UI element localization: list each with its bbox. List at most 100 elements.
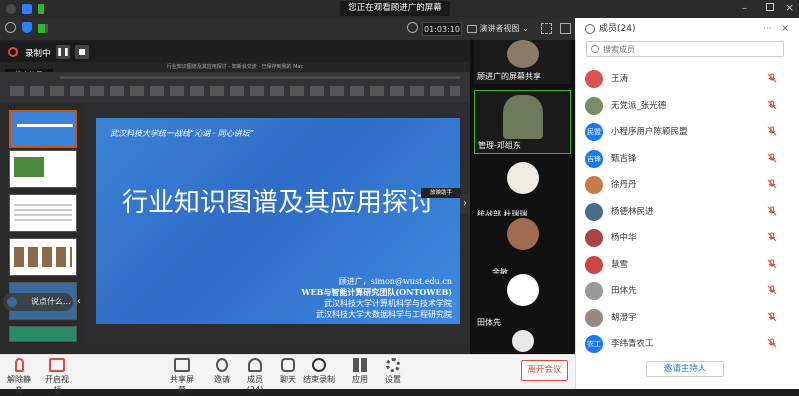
slide-thumbnail[interactable] xyxy=(9,110,77,148)
stop-button[interactable] xyxy=(75,45,89,59)
member-row[interactable]: 农工 李纬青农工 xyxy=(585,333,795,355)
microphone-muted-icon xyxy=(767,73,777,83)
video-tile[interactable]: 余敏 xyxy=(474,216,571,280)
close-icon[interactable]: × xyxy=(785,1,794,14)
presentation-slide: 武汉科技大学统一战线“沁湖 · 同心讲坛” 行业知识图谱及其应用探讨 顾进广，s… xyxy=(96,118,460,324)
share-screen-label: 共享屏幕 xyxy=(170,375,194,395)
member-name: 杨中华 xyxy=(611,233,637,243)
member-search[interactable] xyxy=(586,41,784,57)
fullscreen-icon[interactable] xyxy=(541,23,552,34)
microphone-muted-icon xyxy=(767,206,777,215)
search-icon xyxy=(591,45,599,53)
member-row[interactable]: 杨中华 xyxy=(585,227,795,249)
grid-icon xyxy=(467,24,477,33)
avatar xyxy=(585,176,603,194)
member-row[interactable]: 无党派_张光德 xyxy=(585,95,795,117)
stop-recording-button[interactable]: 结束录制 xyxy=(303,358,335,385)
apps-button[interactable]: 应用 xyxy=(350,358,370,385)
chat-overlay-text: 说点什么... xyxy=(31,297,71,306)
slide-thumbnail[interactable] xyxy=(9,238,77,276)
member-name: 甄吉锋 xyxy=(611,153,637,164)
chevron-left-icon[interactable]: ‹ xyxy=(77,296,81,307)
slide-header: 武汉科技大学统一战线“沁湖 · 同心讲坛” xyxy=(110,129,254,138)
chat-button[interactable]: 聊天 xyxy=(278,358,298,385)
member-name: 胡澄宇 xyxy=(611,312,637,323)
microphone-muted-icon xyxy=(767,153,777,162)
search-input[interactable] xyxy=(603,43,773,55)
settings-button[interactable]: 设置 xyxy=(383,358,403,385)
close-icon[interactable]: × xyxy=(781,18,789,40)
slide-thumbnail[interactable] xyxy=(9,194,77,232)
chevron-right-icon[interactable]: › xyxy=(460,194,470,214)
info-icon[interactable] xyxy=(5,22,16,33)
presenter-assistant-badge[interactable]: 放映助手 xyxy=(421,188,461,198)
maximize-icon[interactable] xyxy=(766,3,774,11)
chat-label: 聊天 xyxy=(280,375,296,384)
share-screen-icon xyxy=(174,358,190,372)
avatar xyxy=(507,40,539,68)
video-tile-name: 顾进广的屏幕共享 xyxy=(477,72,541,81)
share-screen-button[interactable]: 共享屏幕 xyxy=(167,358,197,396)
members-header: 成员(24) ··· × xyxy=(575,18,799,40)
chat-icon xyxy=(281,358,295,372)
video-tile[interactable]: 顾进广的屏幕共享 xyxy=(474,40,571,84)
member-name: 慧雪 xyxy=(611,259,629,270)
invite-host-button[interactable]: 邀请主持人 xyxy=(646,361,724,377)
gear-icon xyxy=(386,358,400,372)
video-tile[interactable] xyxy=(474,330,571,354)
member-row[interactable]: 民盟 小程序用户陈颖民盟 xyxy=(585,121,795,143)
sidebar-toggle-icon[interactable] xyxy=(560,23,571,34)
record-icon xyxy=(8,47,18,57)
microphone-muted-icon xyxy=(767,338,777,348)
stop-recording-label: 结束录制 xyxy=(303,375,335,384)
member-row[interactable]: 王涛 xyxy=(585,68,795,90)
member-row[interactable]: 慧雪 xyxy=(585,254,795,276)
member-row[interactable]: 徐丹丹 xyxy=(585,174,795,196)
start-video-button[interactable]: 开启视频 xyxy=(42,358,72,396)
recording-indicator: 录制中 ❚❚ xyxy=(0,42,96,62)
leave-meeting-button[interactable]: 离开会议 xyxy=(521,360,568,381)
avatar xyxy=(507,218,539,250)
start-video-label: 开启视频 xyxy=(45,375,69,395)
shield-icon[interactable] xyxy=(22,4,32,14)
slide-thumbnail[interactable] xyxy=(9,326,77,342)
invite-label: 邀请 xyxy=(214,375,230,384)
view-mode-select[interactable]: 演讲者视图 ⌄ xyxy=(467,22,535,36)
minimize-icon[interactable]: – xyxy=(742,3,747,14)
microphone-icon xyxy=(14,358,24,372)
signal-icon xyxy=(38,4,48,14)
ppt-ribbon xyxy=(0,72,470,102)
pause-button[interactable]: ❚❚ xyxy=(56,45,70,59)
slide-thumbnail[interactable] xyxy=(9,150,77,188)
apps-label: 应用 xyxy=(352,375,368,384)
camera-icon xyxy=(49,358,65,372)
unmute-button[interactable]: 解除静音 xyxy=(4,358,34,396)
video-tile-name: 田体先 xyxy=(477,318,501,327)
more-icon[interactable]: ··· xyxy=(763,18,772,40)
avatar xyxy=(585,96,603,115)
video-tile[interactable]: 管理-邓组东 xyxy=(474,90,571,154)
microphone-muted-icon xyxy=(767,232,777,242)
add-user-icon xyxy=(216,358,228,372)
chevron-down-icon: ⌄ xyxy=(522,24,529,33)
microphone-muted-icon xyxy=(767,285,777,295)
microphone-muted-icon xyxy=(767,100,777,109)
shield-icon[interactable] xyxy=(22,22,32,33)
member-row[interactable]: 杨德林民进 xyxy=(585,201,795,223)
members-title: 成员(24) xyxy=(599,24,636,34)
chat-overlay[interactable]: 说点什么... xyxy=(3,293,73,311)
avatar xyxy=(585,255,603,274)
unmute-label: 解除静音 xyxy=(7,375,31,395)
recording-label: 录制中 xyxy=(25,49,51,59)
avatar: 农工 xyxy=(585,335,603,353)
video-tile[interactable]: 统战部 杜瑞瑞 xyxy=(474,158,571,222)
info-icon[interactable] xyxy=(6,4,16,14)
member-row[interactable]: 胡澄宇 xyxy=(585,307,795,329)
member-row[interactable]: 吉锋 甄吉锋 xyxy=(585,148,795,170)
member-row[interactable]: 田体先 xyxy=(585,280,795,302)
ppt-title-bar: 行业知识图谱及其应用探讨 - 知新会交流 · 已保存到我的 Mac xyxy=(0,62,470,72)
video-tile[interactable]: 田体先 xyxy=(474,274,571,338)
avatar xyxy=(585,282,603,300)
invite-button[interactable]: 邀请 xyxy=(210,358,234,385)
microphone-muted-icon xyxy=(767,312,777,321)
